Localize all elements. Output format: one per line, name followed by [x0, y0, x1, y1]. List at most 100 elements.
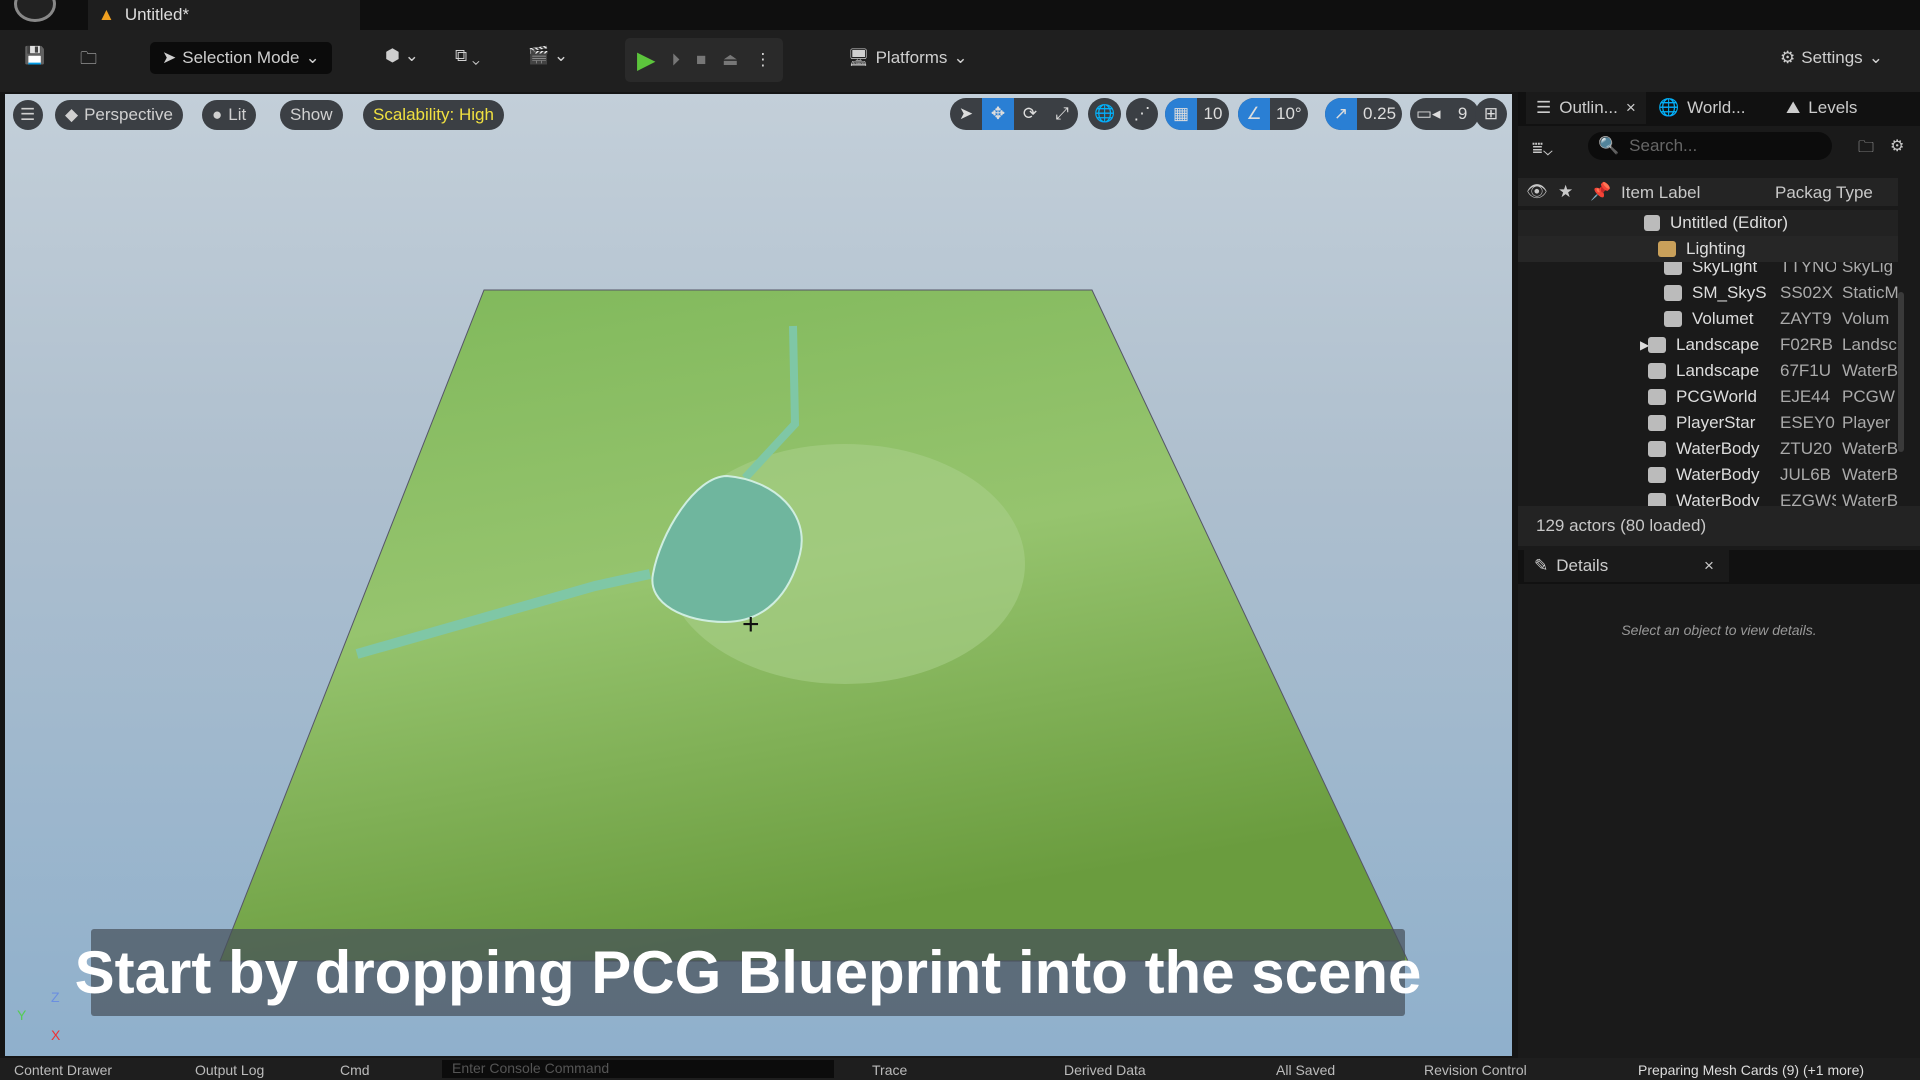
- blueprint-button[interactable]: ⧉ ⌄: [455, 46, 480, 66]
- save-icon[interactable]: 💾: [24, 46, 45, 66]
- camera-icon: ▭◂: [1416, 104, 1441, 123]
- play-icon[interactable]: ▶: [637, 46, 655, 75]
- scalability-button[interactable]: Scalability: High: [363, 100, 504, 130]
- outliner-row[interactable]: WaterBody ZTU20 WaterB: [1518, 436, 1898, 462]
- add-actor-button[interactable]: ⬢ ⌄: [385, 46, 419, 66]
- derived-data-button[interactable]: Derived Data: [1064, 1062, 1146, 1078]
- close-icon[interactable]: ×: [1704, 556, 1714, 576]
- more-icon[interactable]: ⋮: [754, 50, 771, 70]
- scale-icon[interactable]: ⤢: [1046, 98, 1078, 130]
- actor-icon: [1648, 467, 1666, 483]
- close-icon[interactable]: ×: [1626, 98, 1636, 118]
- rotation-snap-value[interactable]: 10°: [1270, 98, 1308, 130]
- caption-subtitle: Start by dropping PCG Blueprint into the…: [75, 929, 1421, 1016]
- scale-snap[interactable]: ↗ 0.25: [1325, 98, 1403, 130]
- console-input[interactable]: Enter Console Command: [442, 1060, 834, 1078]
- row-package: SS02X: [1780, 283, 1833, 302]
- cinematics-button[interactable]: 🎬 ⌄: [528, 46, 568, 66]
- chevron-down-icon: ⌄: [305, 48, 320, 67]
- viewport-menu-button[interactable]: ☰: [13, 100, 43, 130]
- show-button[interactable]: Show: [280, 100, 343, 130]
- platforms-dropdown[interactable]: 🖥 Platforms ⌄: [848, 48, 968, 68]
- grid-snap[interactable]: ▦ 10: [1165, 98, 1229, 130]
- actor-icon: [1664, 262, 1682, 275]
- column-package[interactable]: Packag: [1775, 183, 1832, 203]
- revision-control-button[interactable]: Revision Control: [1424, 1062, 1527, 1078]
- scale-snap-value[interactable]: 0.25: [1357, 98, 1402, 130]
- visibility-icon[interactable]: 👁: [1526, 182, 1548, 202]
- surface-snap-toggle[interactable]: ⋰: [1126, 98, 1158, 130]
- filter-icon[interactable]: ⩸⌄: [1532, 138, 1553, 159]
- browse-icon[interactable]: 🗀: [80, 46, 97, 75]
- actor-icon: [1648, 415, 1666, 431]
- row-type: WaterB: [1842, 361, 1898, 380]
- gear-icon[interactable]: ⚙: [1890, 136, 1904, 156]
- outliner-list: SkyLight TTYNOI SkyLig SM_SkyS SS02X StaticM V…: [1518, 262, 1898, 516]
- play-controls: ▶ ⏵ ■ ⏏ ⋮: [625, 38, 784, 82]
- move-icon[interactable]: ✥: [982, 98, 1014, 130]
- grid-snap-value[interactable]: 10: [1197, 98, 1229, 130]
- row-package: JUL6B: [1780, 465, 1832, 484]
- select-icon[interactable]: ➤: [950, 98, 982, 130]
- outliner-row[interactable]: SkyLight TTYNOI SkyLig: [1518, 262, 1898, 280]
- outliner-row[interactable]: ▶ Landscape F02RB Landsc: [1518, 332, 1898, 358]
- rotate-icon[interactable]: ⟳: [1014, 98, 1046, 130]
- eject-icon[interactable]: ⏏: [722, 50, 738, 70]
- column-item-label[interactable]: Item Label: [1621, 183, 1700, 203]
- row-label: WaterBody: [1676, 439, 1760, 458]
- row-package: TTYNOI: [1780, 262, 1836, 276]
- outliner-scrollbar[interactable]: [1898, 292, 1904, 452]
- world-local-toggle[interactable]: 🌐: [1088, 98, 1122, 130]
- outliner-row[interactable]: Volumet ZAYT9 Volum: [1518, 306, 1898, 332]
- tab-world[interactable]: 🌐 World...: [1658, 92, 1745, 124]
- document-tab[interactable]: ▲ Untitled*: [88, 0, 360, 30]
- pin-icon[interactable]: 📌: [1590, 182, 1611, 202]
- perspective-button[interactable]: ◆ Perspective: [55, 100, 183, 130]
- search-input[interactable]: 🔍 Search...: [1588, 132, 1832, 160]
- cmd-dropdown[interactable]: Cmd: [340, 1062, 370, 1078]
- outliner-row[interactable]: PlayerStar ESEY0 Player: [1518, 410, 1898, 436]
- row-label: SM_SkyS: [1692, 283, 1767, 302]
- trace-button[interactable]: Trace: [872, 1062, 907, 1078]
- angle-icon: ∠: [1238, 98, 1270, 130]
- status-bar: Content Drawer Output Log Cmd Enter Cons…: [0, 1058, 1920, 1080]
- folder-label: Lighting: [1686, 239, 1746, 258]
- tree-row-folder[interactable]: Lighting: [1518, 236, 1898, 262]
- all-saved-button[interactable]: All Saved: [1276, 1062, 1335, 1078]
- level-viewport[interactable]: + ☰ ◆ Perspective ● Lit Show Scalability: …: [5, 94, 1512, 1056]
- unreal-logo-icon[interactable]: [14, 0, 56, 22]
- tab-details[interactable]: ✎ Details ×: [1524, 550, 1729, 582]
- stop-icon[interactable]: ■: [696, 50, 706, 70]
- outliner-row[interactable]: SM_SkyS SS02X StaticM: [1518, 280, 1898, 306]
- settings-dropdown[interactable]: ⚙ Settings ⌄: [1780, 48, 1883, 68]
- scale-snap-icon: ↗: [1325, 98, 1357, 130]
- row-label: Volumet: [1692, 309, 1754, 328]
- add-folder-icon[interactable]: 🗀: [1858, 136, 1874, 163]
- selection-mode-dropdown[interactable]: ➤ Selection Mode ⌄: [150, 42, 332, 74]
- actor-icon: [1648, 389, 1666, 405]
- rotation-snap[interactable]: ∠ 10°: [1238, 98, 1308, 130]
- tab-outliner[interactable]: ☰ Outlin... ×: [1526, 92, 1646, 124]
- output-log-button[interactable]: Output Log: [195, 1062, 264, 1078]
- outliner-row[interactable]: WaterBody JUL6B WaterB: [1518, 462, 1898, 488]
- outliner-row[interactable]: Landscape 67F1U WaterB: [1518, 358, 1898, 384]
- tab-title: Untitled*: [124, 5, 190, 24]
- step-icon[interactable]: ⏵: [671, 50, 680, 70]
- lit-button[interactable]: ● Lit: [202, 100, 257, 130]
- column-header: 👁 ★ 📌 Item Label Packag Type: [1518, 178, 1898, 206]
- tree-row-root[interactable]: Untitled (Editor): [1518, 210, 1898, 236]
- tab-levels[interactable]: ⛰ Levels: [1786, 92, 1857, 124]
- actor-count: 129 actors (80 loaded): [1518, 506, 1920, 546]
- row-package: 67F1U: [1780, 361, 1832, 380]
- column-type[interactable]: Type: [1836, 183, 1873, 203]
- camera-speed-value[interactable]: 9: [1447, 98, 1479, 130]
- star-icon[interactable]: ★: [1558, 182, 1573, 202]
- camera-speed[interactable]: ▭◂ 9: [1410, 98, 1479, 130]
- perspective-label: Perspective: [84, 105, 173, 124]
- row-type: Player: [1842, 413, 1891, 432]
- row-label: Landscape: [1676, 361, 1760, 380]
- outliner-icon: ☰: [1536, 98, 1552, 117]
- outliner-row[interactable]: PCGWorld EJE44 PCGW: [1518, 384, 1898, 410]
- content-drawer-button[interactable]: Content Drawer: [14, 1062, 112, 1078]
- layout-button[interactable]: ⊞: [1475, 98, 1507, 130]
